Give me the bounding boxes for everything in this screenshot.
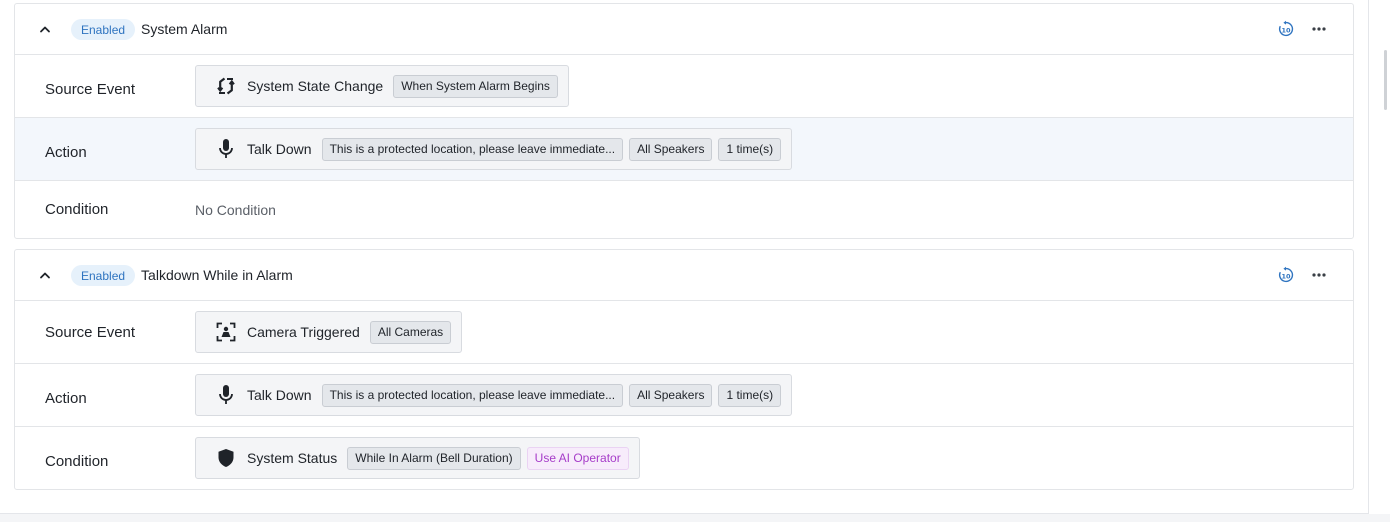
condition-row: Condition No Condition (15, 181, 1353, 238)
event-name: System State Change (247, 78, 384, 94)
collapse-button[interactable] (37, 267, 53, 283)
no-condition-text: No Condition (195, 201, 276, 218)
more-horizontal-icon (1312, 27, 1326, 31)
row-label: Condition (45, 201, 109, 218)
rule-header: Enabled Talkdown While in Alarm 10 (15, 250, 1353, 301)
svg-text:10: 10 (1281, 272, 1291, 280)
source-event-chip[interactable]: Camera Triggered All Cameras (195, 311, 463, 353)
repeat-tag: 1 time(s) (718, 383, 782, 407)
header-actions: 10 (1276, 250, 1329, 300)
source-event-row: Source Event System State Change When Sy… (15, 55, 1353, 118)
replay-10-icon: 10 (1279, 20, 1294, 37)
action-row: Action Talk Down This is a protected loc… (15, 364, 1353, 427)
chevron-up-icon (40, 26, 50, 33)
speakers-tag: All Speakers (629, 383, 713, 407)
event-tag: When System Alarm Begins (393, 74, 558, 98)
header-actions: 10 (1276, 4, 1329, 54)
more-horizontal-icon (1312, 273, 1326, 277)
replay-10-button[interactable]: 10 (1276, 265, 1296, 285)
scrollbar-thumb[interactable] (1384, 50, 1387, 110)
row-label: Source Event (45, 80, 136, 98)
source-event-row: Source Event Camera Triggered All Camera… (15, 301, 1353, 364)
speakers-tag: All Speakers (629, 137, 713, 161)
event-name: Camera Triggered (247, 324, 360, 340)
action-name: Talk Down (247, 387, 312, 403)
action-chip[interactable]: Talk Down This is a protected location, … (195, 128, 793, 170)
shield-icon (216, 447, 236, 469)
action-chip[interactable]: Talk Down This is a protected location, … (195, 374, 793, 416)
more-options-button[interactable] (1309, 19, 1329, 39)
rule-card: Enabled System Alarm 10 Source Event Sys… (14, 3, 1354, 239)
rule-title: System Alarm (141, 20, 228, 37)
ai-operator-tag: Use AI Operator (526, 446, 629, 470)
rule-header: Enabled System Alarm 10 (15, 4, 1353, 55)
microphone-icon (216, 138, 236, 160)
system-state-icon (216, 75, 236, 97)
source-event-chip[interactable]: System State Change When System Alarm Be… (195, 65, 569, 107)
status-badge: Enabled (71, 19, 136, 40)
condition-chip[interactable]: System Status While In Alarm (Bell Durat… (195, 437, 640, 479)
condition-name: System Status (247, 450, 338, 466)
more-options-button[interactable] (1309, 265, 1329, 285)
collapse-button[interactable] (37, 21, 53, 37)
row-label: Condition (45, 452, 109, 470)
row-label: Action (45, 389, 87, 407)
message-tag: This is a protected location, please lea… (321, 137, 624, 161)
event-tag: All Cameras (369, 320, 452, 344)
condition-tag: While In Alarm (Bell Duration) (347, 446, 521, 470)
replay-10-icon: 10 (1279, 266, 1294, 283)
action-row: Action Talk Down This is a protected loc… (15, 118, 1353, 181)
camera-triggered-icon (216, 321, 236, 343)
row-label: Action (45, 143, 87, 161)
replay-10-button[interactable]: 10 (1276, 19, 1296, 39)
chevron-up-icon (40, 272, 50, 279)
status-badge: Enabled (71, 265, 136, 286)
message-tag: This is a protected location, please lea… (321, 383, 624, 407)
rules-page: Enabled System Alarm 10 Source Event Sys… (0, 0, 1369, 514)
row-label: Source Event (45, 323, 136, 341)
rule-card: Enabled Talkdown While in Alarm 10 Sourc… (14, 249, 1354, 490)
repeat-tag: 1 time(s) (718, 137, 782, 161)
action-name: Talk Down (247, 141, 312, 157)
rule-title: Talkdown While in Alarm (141, 266, 293, 283)
microphone-icon (216, 384, 236, 406)
svg-text:10: 10 (1281, 26, 1291, 34)
condition-row: Condition System Status While In Alarm (… (15, 427, 1353, 489)
